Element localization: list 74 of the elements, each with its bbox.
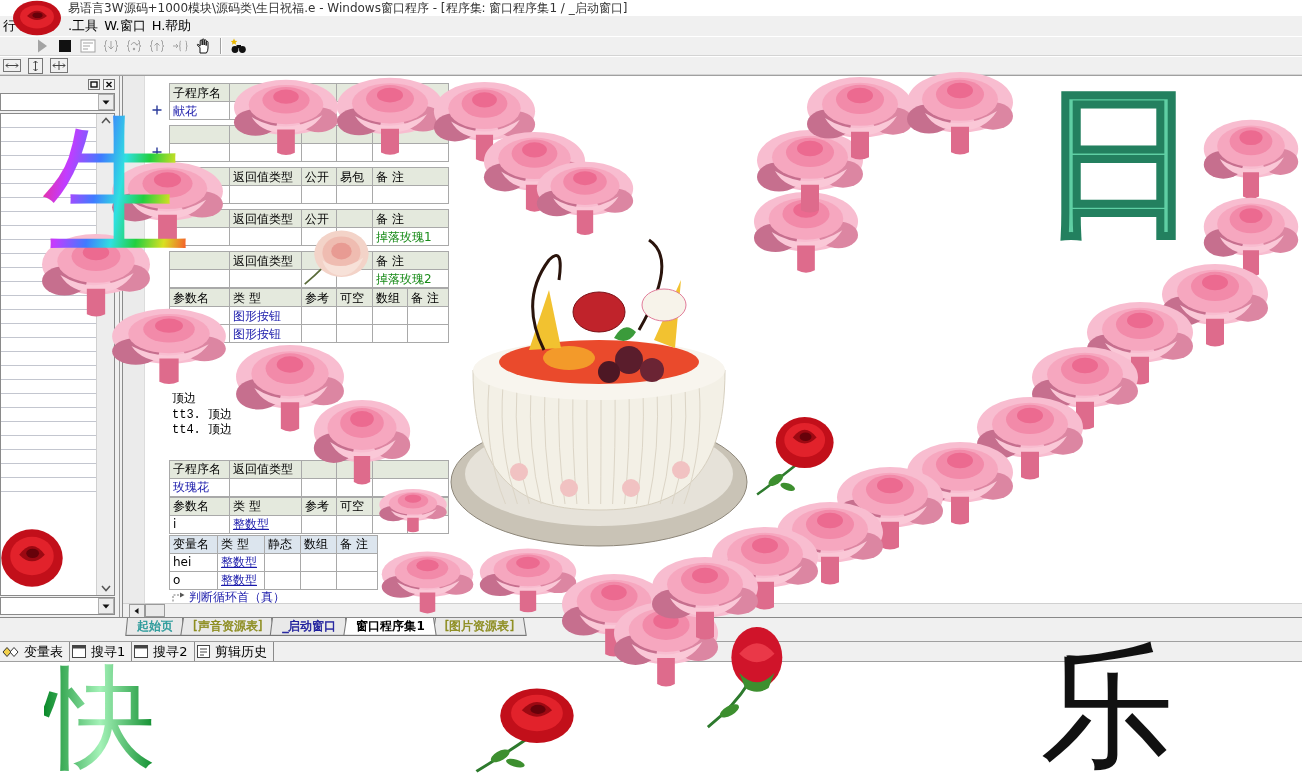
vertical-arrows-icon[interactable] xyxy=(28,57,43,74)
column-header: 可空 xyxy=(336,288,373,307)
table-cell: i xyxy=(169,515,230,533)
rose-drawing xyxy=(1,529,63,587)
menu-item[interactable]: H.帮助 xyxy=(148,17,195,35)
column-header: 备 注 xyxy=(372,167,449,186)
column-header: 公开 xyxy=(301,167,337,186)
column-header: 类 型 xyxy=(229,288,302,307)
binoculars-icon[interactable] xyxy=(230,38,246,54)
column-header: 返回值类型 xyxy=(229,460,302,478)
code-line: 顶边 xyxy=(171,392,196,408)
code-line: 判断循环首（真） xyxy=(189,589,285,604)
close-icon[interactable] xyxy=(103,78,115,90)
cross-arrows-icon[interactable] xyxy=(50,58,68,73)
column-header: 可空 xyxy=(336,497,373,515)
column-header: 子程序名 xyxy=(169,460,230,478)
document-icon xyxy=(196,645,210,658)
table-cell: 整数型 xyxy=(217,553,265,571)
code-line: tt3. 顶边 xyxy=(171,407,232,423)
column-header: 静态 xyxy=(264,535,301,553)
column-header: 返回值类型 xyxy=(229,251,302,270)
column-header: 子程序名 xyxy=(169,83,230,102)
greeting-character: 日 xyxy=(1040,82,1200,242)
column-header: 数组 xyxy=(300,535,337,553)
rose-drawing xyxy=(13,0,61,36)
editor-tab[interactable]: _启动窗口 xyxy=(272,618,347,635)
window-icon xyxy=(134,645,149,658)
table-cell: 玫瑰花 xyxy=(169,478,230,496)
scroll-thumb[interactable] xyxy=(145,604,165,617)
column-header: 备 注 xyxy=(336,535,378,553)
column-header: 类 型 xyxy=(217,535,265,553)
scroll-left-icon[interactable] xyxy=(129,603,145,618)
column-header: 数组 xyxy=(372,288,408,307)
table-cell: 掉落玫瑰2 xyxy=(372,269,449,288)
hand-icon[interactable] xyxy=(195,38,211,54)
stop-icon[interactable] xyxy=(57,38,73,54)
code-line: tt4. 顶边 xyxy=(171,423,232,439)
column-header: 类 型 xyxy=(229,497,302,515)
loop-arrow-icon xyxy=(172,591,185,602)
table-cell: 图形按钮 xyxy=(229,306,302,325)
table-cell: hei xyxy=(169,553,218,571)
diamond-pair-icon xyxy=(2,644,19,659)
caret-icon[interactable] xyxy=(98,598,114,614)
column-header: 变量名 xyxy=(169,535,218,553)
window-icon xyxy=(72,645,86,658)
menu-item[interactable]: W.窗口 xyxy=(101,17,149,35)
column-header: 参数名 xyxy=(169,288,230,307)
column-header: 易包 xyxy=(336,167,373,186)
column-header: 返回值类型 xyxy=(229,209,302,228)
maximize-icon[interactable] xyxy=(88,78,100,90)
menu-item[interactable]: 行 xyxy=(0,17,19,35)
rose-drawing xyxy=(379,489,447,533)
greeting-character: 乐 xyxy=(1040,640,1174,774)
editor-tab[interactable]: 窗口程序集1 xyxy=(346,618,435,635)
dropdown-field[interactable] xyxy=(0,597,115,615)
table-cell: 整数型 xyxy=(229,515,302,533)
editor-tab[interactable]: [声音资源表] xyxy=(183,618,273,635)
column-header: 备 注 xyxy=(407,288,449,307)
table-cell: 整数型 xyxy=(217,571,265,589)
table-cell: o xyxy=(169,571,218,589)
column-header: 备 注 xyxy=(372,251,449,270)
column-header: 备 注 xyxy=(372,209,449,228)
column-header: 参考 xyxy=(301,497,337,515)
table-cell: 图形按钮 xyxy=(229,324,302,343)
rose-drawing xyxy=(303,230,369,285)
table-cell: 掉落玫瑰1 xyxy=(372,227,449,246)
horizontal-arrows-icon[interactable] xyxy=(3,58,21,73)
menu-item[interactable]: .工具 xyxy=(65,17,102,35)
column-header: 参数名 xyxy=(169,497,230,515)
scroll-down-icon[interactable] xyxy=(100,585,111,592)
column-header: 参考 xyxy=(301,288,337,307)
column-header: 返回值类型 xyxy=(229,167,302,186)
window-title: 易语言3W源码+1000模块\源码类\生日祝福.e - Windows窗口程序 - [程序集: 窗口程序集1 / _启动窗口] xyxy=(68,1,628,15)
column-header: 公开 xyxy=(301,209,337,228)
